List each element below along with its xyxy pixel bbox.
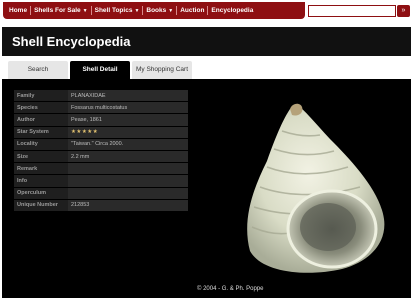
field-value: Pease, 1861 bbox=[68, 114, 188, 126]
table-row: Remark bbox=[14, 163, 188, 175]
chevron-down-icon: ▼ bbox=[168, 7, 174, 14]
table-row: Locality "Taiwan." Circa 2000. bbox=[14, 138, 188, 150]
field-value: PLANAXIDAE bbox=[68, 90, 188, 102]
nav-books-label: Books bbox=[146, 7, 167, 14]
top-nav: Home Shells For Sale ▼ Shell Topics ▼ Book… bbox=[3, 2, 305, 19]
page-title: Shell Encyclopedia bbox=[12, 34, 131, 49]
nav-auction[interactable]: Auction bbox=[177, 2, 207, 19]
nav-shells-for-sale-label: Shells For Sale bbox=[34, 7, 81, 14]
field-value bbox=[68, 175, 188, 187]
field-value: "Taiwan." Circa 2000. bbox=[68, 138, 188, 150]
chevron-down-icon: ▼ bbox=[134, 7, 140, 14]
field-value: Fossarus multicostatus bbox=[68, 102, 188, 114]
nav-encyclopedia[interactable]: Encyclopedia bbox=[208, 2, 256, 19]
nav-shell-topics-label: Shell Topics bbox=[94, 7, 133, 14]
field-label: Author bbox=[14, 114, 68, 126]
field-label: Species bbox=[14, 102, 68, 114]
search-input[interactable] bbox=[308, 5, 396, 17]
tab-bar: Search Shell Detail My Shopping Cart bbox=[2, 56, 411, 79]
tab-shopping-cart[interactable]: My Shopping Cart bbox=[132, 61, 192, 79]
field-value: ★★★★★ bbox=[68, 126, 188, 138]
table-row: Size 2.2 mm bbox=[14, 150, 188, 163]
field-label: Family bbox=[14, 90, 68, 102]
shell-detail-table: Family PLANAXIDAE Species Fossarus multico… bbox=[14, 89, 188, 212]
nav-books[interactable]: Books ▼ bbox=[143, 2, 176, 19]
table-row: Family PLANAXIDAE bbox=[14, 90, 188, 102]
star-rating: ★★★★★ bbox=[71, 129, 99, 136]
field-value: 2.2 mm bbox=[68, 150, 188, 163]
table-row: Species Fossarus multicostatus bbox=[14, 102, 188, 114]
table-row: Star System ★★★★★ bbox=[14, 126, 188, 138]
chevron-down-icon: ▼ bbox=[82, 7, 88, 14]
table-row: Operculum bbox=[14, 187, 188, 199]
field-label: Star System bbox=[14, 126, 68, 138]
table-row: Unique Number 212853 bbox=[14, 199, 188, 211]
detail-panel: Family PLANAXIDAE Species Fossarus multico… bbox=[2, 79, 411, 298]
field-value: 212853 bbox=[68, 199, 188, 211]
nav-shells-for-sale[interactable]: Shells For Sale ▼ bbox=[31, 2, 91, 19]
nav-auction-label: Auction bbox=[180, 7, 205, 14]
nav-home-label: Home bbox=[9, 7, 28, 14]
copyright-text: © 2004 - G. & Ph. Poppe bbox=[197, 286, 264, 292]
field-label: Locality bbox=[14, 138, 68, 150]
nav-home[interactable]: Home bbox=[6, 2, 30, 19]
search-button[interactable]: » bbox=[397, 5, 410, 17]
field-label: Info bbox=[14, 175, 68, 187]
field-value bbox=[68, 163, 188, 175]
field-label: Operculum bbox=[14, 187, 68, 199]
shell-image bbox=[212, 101, 397, 279]
tab-search[interactable]: Search bbox=[8, 61, 68, 79]
tab-shell-detail[interactable]: Shell Detail bbox=[70, 61, 130, 79]
nav-encyclopedia-label: Encyclopedia bbox=[211, 7, 254, 14]
field-label: Remark bbox=[14, 163, 68, 175]
nav-shell-topics[interactable]: Shell Topics ▼ bbox=[92, 2, 143, 19]
field-label: Size bbox=[14, 150, 68, 163]
title-bar: Shell Encyclopedia bbox=[2, 27, 411, 56]
field-value bbox=[68, 187, 188, 199]
table-row: Author Pease, 1861 bbox=[14, 114, 188, 126]
table-row: Info bbox=[14, 175, 188, 187]
field-label: Unique Number bbox=[14, 199, 68, 211]
